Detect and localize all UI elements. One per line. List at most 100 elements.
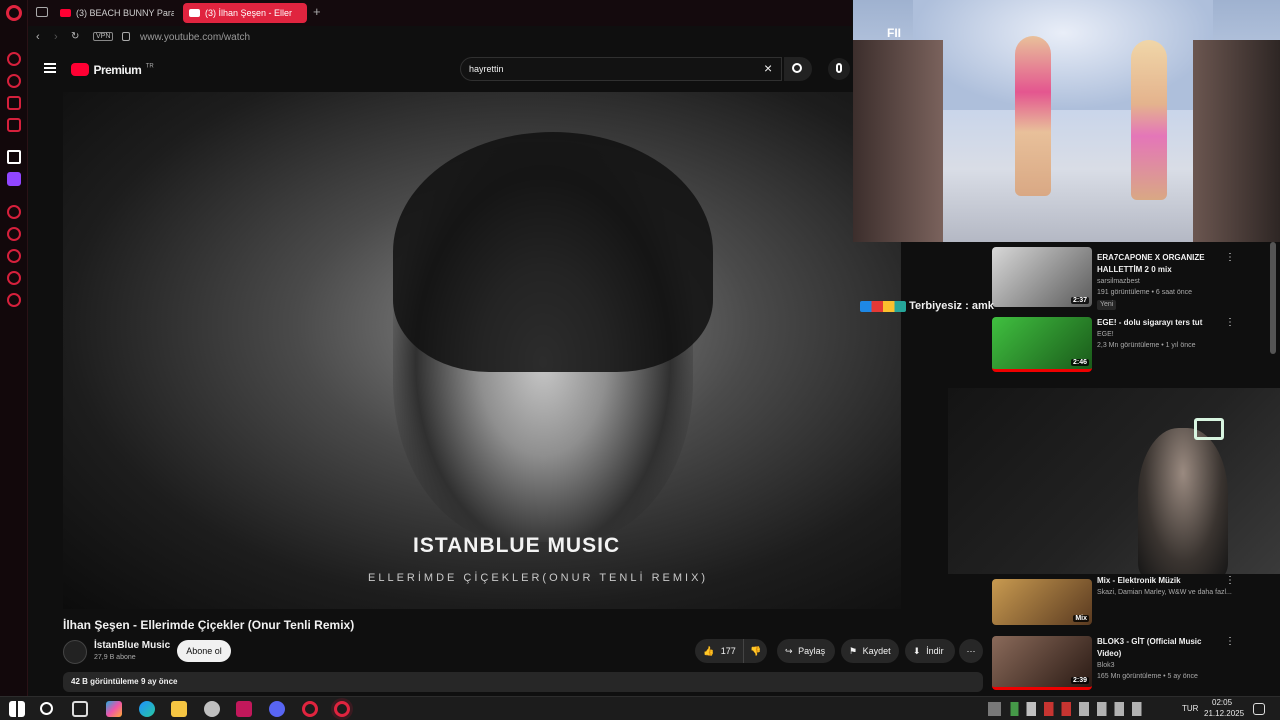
- opera-icon[interactable]: [302, 701, 318, 717]
- youtube-icon: [60, 9, 71, 17]
- related-menu-icon[interactable]: ⋮: [1225, 575, 1235, 586]
- clear-search-icon[interactable]: ×: [764, 60, 772, 76]
- pip-model-2: [1131, 40, 1167, 200]
- channel-avatar[interactable]: [63, 640, 87, 664]
- subscribe-button[interactable]: Abone ol: [177, 640, 231, 662]
- webcam-person: [1138, 428, 1228, 574]
- related-menu-icon[interactable]: ⋮: [1225, 317, 1235, 328]
- settings-icon[interactable]: [7, 293, 21, 307]
- copilot-icon[interactable]: [106, 701, 122, 717]
- file-explorer-icon[interactable]: [171, 701, 187, 717]
- related-meta: 2,3 Mn görüntüleme • 1 yıl önce: [1097, 342, 1196, 349]
- dislike-button[interactable]: 👎: [743, 639, 767, 663]
- pip-backdrop: [913, 0, 1213, 110]
- related-thumbnail[interactable]: Mix: [992, 579, 1092, 625]
- chat-message: Terbiyesiz : amk: [860, 300, 994, 312]
- related-channel[interactable]: sarsilmazbest: [1097, 277, 1140, 287]
- share-label: Paylaş: [798, 646, 826, 656]
- share-button[interactable]: ↪ Paylaş: [777, 639, 835, 663]
- related-title-line2[interactable]: HALLETTİM 2 0 mix: [1097, 264, 1172, 275]
- search-icon[interactable]: [40, 702, 53, 715]
- chat-badges-icon: [860, 300, 906, 312]
- tab-ilhan-sesen[interactable]: (3) İlhan Şeşen - Eller: [183, 3, 307, 23]
- save-button[interactable]: ⚑ Kaydet: [841, 639, 899, 663]
- search-box[interactable]: hayrettin ×: [460, 57, 782, 81]
- related-channel[interactable]: EGE!: [1097, 330, 1114, 340]
- sidebar-icon-1[interactable]: [7, 52, 21, 66]
- upload-date: 9 ay önce: [141, 677, 178, 686]
- clock-time[interactable]: 02:05: [1212, 698, 1232, 707]
- save-label: Kaydet: [862, 646, 891, 656]
- mic-button[interactable]: [828, 58, 850, 80]
- clock-date[interactable]: 21.12.2025: [1204, 709, 1244, 718]
- channel-subs: 27,9 B abone: [94, 654, 136, 661]
- related-channel[interactable]: Skazi, Damian Marley, W&W ve daha fazl..…: [1097, 588, 1232, 598]
- menu-icon[interactable]: [44, 63, 56, 73]
- related-menu-icon[interactable]: ⋮: [1225, 636, 1235, 647]
- pip-audience-right: [1193, 40, 1280, 242]
- opera-gx-icon[interactable]: [334, 701, 350, 717]
- related-meta: 165 Mn görüntüleme • 5 ay önce: [1097, 673, 1198, 680]
- back-icon[interactable]: ‹: [36, 31, 40, 43]
- sidebar-icon-5[interactable]: [7, 150, 21, 164]
- lock-icon: [122, 32, 130, 41]
- duration-badge: 2:46: [1070, 359, 1089, 366]
- share-icon: ↪: [785, 646, 793, 656]
- description-box[interactable]: 42 B görüntüleme 9 ay önce: [63, 672, 983, 692]
- edge-icon[interactable]: [139, 701, 155, 717]
- sidebar-icon-2[interactable]: [7, 74, 21, 88]
- language-indicator[interactable]: TUR: [1182, 704, 1198, 713]
- sidebar-icon-9[interactable]: [7, 271, 21, 285]
- download-button[interactable]: ⬇ İndir: [905, 639, 955, 663]
- video-player[interactable]: ISTANBLUE MUSIC ELLERİMDE ÇİÇEKLER(ONUR …: [63, 92, 901, 609]
- reload-icon[interactable]: ↻: [71, 31, 79, 42]
- duration-badge: 2:39: [1070, 677, 1089, 684]
- mic-icon: [836, 63, 842, 73]
- new-tab-button[interactable]: +: [313, 4, 321, 19]
- sidebar-icon-8[interactable]: [7, 249, 21, 263]
- tab-overview-icon[interactable]: [36, 7, 48, 17]
- save-icon: ⚑: [849, 646, 858, 656]
- more-actions-button[interactable]: ⋯: [959, 639, 983, 663]
- youtube-logo-icon: [71, 63, 89, 77]
- sidebar-icon-6[interactable]: [7, 205, 21, 219]
- tab-bar: (3) BEACH BUNNY Paradi (3) İlhan Şeşen -…: [28, 0, 852, 26]
- related-thumbnail[interactable]: 2:37: [992, 247, 1092, 307]
- related-title[interactable]: BLOK3 - GİT (Official Music: [1097, 636, 1201, 647]
- related-thumbnail[interactable]: 2:46: [992, 317, 1092, 372]
- duration-badge: 2:37: [1070, 297, 1089, 304]
- tab-beach-bunny[interactable]: (3) BEACH BUNNY Paradi: [54, 3, 174, 23]
- related-thumbnail[interactable]: 2:39: [992, 636, 1092, 690]
- tray-icons[interactable]: [988, 702, 1148, 716]
- youtube-logo[interactable]: Premium TR: [71, 61, 154, 79]
- related-scrollbar[interactable]: [1270, 242, 1276, 354]
- related-title[interactable]: EGE! - dolu sigarayı ters tut: [1097, 317, 1202, 328]
- related-title[interactable]: ERA7CAPONE X ORGANIZE: [1097, 252, 1205, 263]
- search-input[interactable]: hayrettin: [469, 64, 504, 74]
- app-icon-1[interactable]: [204, 701, 220, 717]
- sidebar-icon-4[interactable]: [7, 118, 21, 132]
- discord-icon[interactable]: [269, 701, 285, 717]
- related-channel[interactable]: Blok3: [1097, 661, 1115, 671]
- start-icon[interactable]: [9, 701, 25, 717]
- search-button[interactable]: [784, 57, 812, 81]
- taskbar: TUR 02:05 21.12.2025: [0, 696, 1280, 720]
- chat-text: Terbiyesiz : amk: [909, 300, 994, 313]
- video-hair: [393, 132, 713, 372]
- app-icon-2[interactable]: [236, 701, 252, 717]
- notification-icon[interactable]: [1253, 703, 1265, 715]
- sidebar-icon-3[interactable]: [7, 96, 21, 110]
- pip-video[interactable]: FII: [853, 0, 1280, 242]
- forward-icon[interactable]: ›: [54, 31, 58, 43]
- channel-name[interactable]: İstanBlue Music: [94, 640, 170, 651]
- sidebar-icon-7[interactable]: [7, 227, 21, 241]
- related-title[interactable]: Mix - Elektronik Müzik: [1097, 575, 1181, 586]
- vpn-badge[interactable]: VPN: [93, 32, 114, 41]
- twitch-icon[interactable]: [7, 172, 21, 186]
- related-meta: 191 görüntüleme • 6 saat önce: [1097, 289, 1193, 296]
- opera-logo-icon[interactable]: [6, 5, 22, 21]
- url-text[interactable]: www.youtube.com/watch: [140, 32, 250, 43]
- related-title-line2[interactable]: Video): [1097, 648, 1121, 659]
- related-menu-icon[interactable]: ⋮: [1225, 252, 1235, 263]
- task-view-icon[interactable]: [72, 701, 88, 717]
